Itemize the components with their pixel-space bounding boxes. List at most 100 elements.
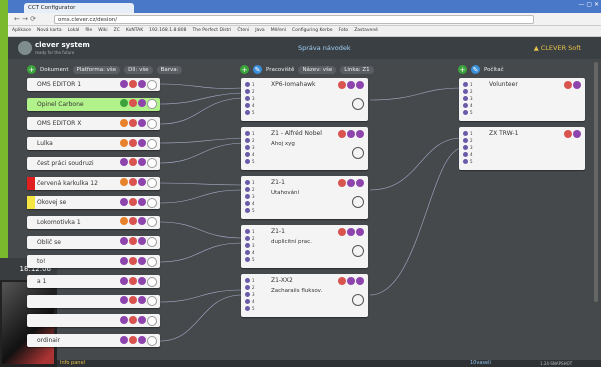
port[interactable]: 2 [245,235,267,242]
connect-handle[interactable] [352,294,364,306]
link-icon[interactable] [147,138,157,149]
filter-name[interactable]: Název: vše [298,65,337,74]
copy-icon[interactable] [356,228,364,236]
edit-icon[interactable] [347,81,355,89]
port[interactable]: 3 [463,144,485,151]
edit-icon[interactable] [347,179,355,187]
edit-icon[interactable] [138,178,146,186]
port[interactable]: 5 [463,109,485,116]
port[interactable]: 1 [463,81,485,88]
port[interactable]: 1 [245,179,267,186]
copy-icon[interactable] [356,277,364,285]
port[interactable]: 4 [245,200,267,207]
delete-icon[interactable] [129,158,137,167]
link-icon[interactable] [147,335,157,346]
edit-icon[interactable] [347,130,355,138]
action-icon[interactable] [120,276,128,285]
port[interactable]: 4 [463,151,485,158]
action-icon[interactable] [120,217,128,226]
action-icon[interactable] [120,335,128,344]
port[interactable]: 3 [245,144,267,151]
delete-icon[interactable] [129,197,137,206]
edit-icon[interactable] [138,335,146,344]
edit-icon[interactable]: ✎ [471,65,480,74]
document-row[interactable]: Oblič se [27,235,160,249]
link-icon[interactable] [147,79,157,90]
delete-icon[interactable] [338,277,346,285]
filter-color[interactable]: Barva: [156,65,183,74]
link-icon[interactable] [147,276,157,287]
edit-icon[interactable] [138,118,146,127]
link-icon[interactable] [147,296,157,307]
computer-card[interactable]: 1 2 3 4 5 ZX TRW-1 [459,127,585,170]
workstation-card[interactable]: 1 2 3 4 5 Z1 - Alfréd Nobel Ahoj xyg [241,127,368,170]
add-workstation-icon[interactable]: + [240,65,249,74]
document-row[interactable]: čest práci soudruzi [27,156,160,170]
link-icon[interactable] [147,99,157,110]
link-icon[interactable] [147,197,157,208]
copy-icon[interactable] [356,179,364,187]
document-row[interactable] [27,294,160,308]
copy-icon[interactable] [356,130,364,138]
document-row[interactable]: OMS EDITOR 1 [27,78,160,91]
port[interactable]: 3 [245,242,267,249]
port[interactable]: 3 [245,95,267,102]
port[interactable]: 5 [245,158,267,165]
port[interactable]: 5 [245,207,267,214]
delete-icon[interactable] [129,296,137,305]
edit-icon[interactable] [138,79,146,88]
action-icon[interactable] [120,296,128,305]
action-icon[interactable] [120,99,128,108]
connect-handle[interactable] [352,196,364,208]
filter-platform[interactable]: Platforma: vše [72,65,121,74]
filter-line[interactable]: Linka: Z1 [340,65,374,74]
port[interactable]: 2 [245,88,267,95]
document-row[interactable]: Lulka [27,137,160,151]
delete-icon[interactable] [129,256,137,265]
link-icon[interactable] [147,158,157,169]
port[interactable]: 1 [245,130,267,137]
edit-icon[interactable] [138,217,146,226]
link-icon[interactable] [147,118,157,129]
delete-icon[interactable] [129,217,137,226]
edit-icon[interactable] [138,315,146,324]
connect-handle[interactable] [352,98,364,110]
document-row[interactable]: Lokomotivka 1 [27,215,160,229]
scrollbar[interactable] [594,62,598,302]
delete-icon[interactable] [564,130,572,138]
port[interactable]: 5 [245,305,267,312]
edit-icon[interactable] [138,99,146,108]
port[interactable]: 2 [463,137,485,144]
edit-icon[interactable] [138,197,146,206]
document-row[interactable]: Opinel Carbone [27,97,160,111]
edit-icon[interactable] [138,296,146,305]
port[interactable]: 1 [463,130,485,137]
link-icon[interactable] [147,256,157,267]
delete-icon[interactable] [338,130,346,138]
action-icon[interactable] [120,118,128,127]
port[interactable]: 4 [245,102,267,109]
delete-icon[interactable] [129,79,137,88]
delete-icon[interactable] [338,81,346,89]
delete-icon[interactable] [129,335,137,344]
port[interactable]: 3 [245,193,267,200]
edit-icon[interactable] [138,158,146,167]
action-icon[interactable] [120,138,128,147]
document-row[interactable]: to! [27,255,160,269]
port[interactable]: 3 [245,291,267,298]
port[interactable]: 4 [245,249,267,256]
delete-icon[interactable] [338,228,346,236]
delete-icon[interactable] [129,118,137,127]
edit-icon[interactable] [138,237,146,246]
link-icon[interactable] [147,217,157,228]
connect-handle[interactable] [352,147,364,159]
action-icon[interactable] [120,178,128,186]
delete-icon[interactable] [564,81,572,89]
document-row[interactable]: OMS EDITOR X [27,117,160,131]
delete-icon[interactable] [129,276,137,285]
delete-icon[interactable] [338,179,346,187]
port[interactable]: 2 [245,186,267,193]
delete-icon[interactable] [129,178,137,186]
edit-icon[interactable] [347,228,355,236]
edit-icon[interactable] [573,130,581,138]
